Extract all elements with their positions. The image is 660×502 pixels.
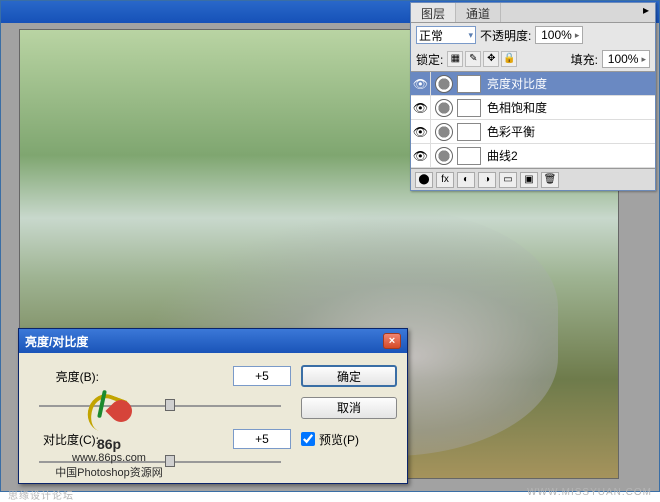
new-layer-icon[interactable]: ▣: [520, 172, 538, 188]
new-adjustment-icon[interactable]: ◑: [478, 172, 496, 188]
contrast-input[interactable]: +5: [233, 429, 291, 449]
watermark-url: www.86ps.com: [44, 452, 174, 464]
lock-all-icon[interactable]: 🔒: [501, 51, 517, 67]
layer-style-icon[interactable]: fx: [436, 172, 454, 188]
layer-name: 色相饱和度: [487, 99, 547, 116]
panel-menu-icon[interactable]: ▸: [637, 3, 655, 22]
layer-mask[interactable]: [457, 147, 481, 165]
layer-mask[interactable]: [457, 75, 481, 93]
blend-mode-select[interactable]: 正常 ▾: [416, 26, 476, 44]
lock-icons: ▦ ✎ ✥ 🔒: [447, 51, 517, 67]
logo-86ps: [80, 390, 138, 436]
visibility-icon[interactable]: 👁: [411, 96, 431, 120]
logo-text: 86p: [44, 436, 174, 452]
layers-footer: ⬤ fx ◐ ◑ ▭ ▣ 🗑: [411, 168, 655, 190]
layer-name: 亮度对比度: [487, 75, 547, 92]
blend-mode-value: 正常: [419, 27, 443, 44]
brightness-label: 亮度(B):: [29, 368, 99, 385]
layer-item[interactable]: 👁 色彩平衡: [411, 120, 655, 144]
dialog-titlebar[interactable]: 亮度/对比度 ×: [19, 329, 407, 353]
opacity-input[interactable]: 100%▸: [535, 26, 583, 44]
tab-channels[interactable]: 通道: [456, 3, 501, 22]
footer-right: WWW.MISSYUAN.COM: [527, 487, 652, 498]
opacity-label: 不透明度:: [480, 27, 531, 44]
visibility-icon[interactable]: 👁: [411, 144, 431, 168]
watermark-cn: 中国Photoshop资源网: [44, 464, 174, 480]
tab-layers[interactable]: 图层: [411, 3, 456, 22]
lock-label: 锁定:: [416, 51, 443, 68]
lock-pixels-icon[interactable]: ✎: [465, 51, 481, 67]
fill-label: 填充:: [571, 51, 598, 68]
cancel-button[interactable]: 取消: [301, 397, 397, 419]
adjustment-icon: [435, 147, 453, 165]
layer-name: 色彩平衡: [487, 123, 535, 140]
visibility-icon[interactable]: 👁: [411, 120, 431, 144]
brightness-input[interactable]: +5: [233, 366, 291, 386]
lock-transparent-icon[interactable]: ▦: [447, 51, 463, 67]
delete-layer-icon[interactable]: 🗑: [541, 172, 559, 188]
dialog-title: 亮度/对比度: [25, 333, 88, 350]
page-footer: 思缘设计论坛 WWW.MISSYUAN.COM: [0, 487, 660, 498]
layer-list: 👁 亮度对比度 👁 色相饱和度 👁 色彩平衡 👁 曲线2: [411, 71, 655, 168]
chevron-right-icon: ▸: [641, 54, 646, 65]
adjustment-icon: [435, 123, 453, 141]
panel-tabs: 图层 通道 ▸: [411, 3, 655, 23]
layer-item[interactable]: 👁 曲线2: [411, 144, 655, 168]
new-group-icon[interactable]: ▭: [499, 172, 517, 188]
layer-name: 曲线2: [487, 147, 518, 164]
preview-checkbox[interactable]: 预览(P): [301, 431, 397, 448]
layer-mask[interactable]: [457, 99, 481, 117]
footer-left: 思缘设计论坛: [8, 487, 74, 498]
visibility-icon[interactable]: 👁: [411, 72, 431, 96]
logo-badge: [105, 395, 136, 426]
layers-panel: 图层 通道 ▸ 正常 ▾ 不透明度: 100%▸ 锁定: ▦ ✎ ✥ 🔒 填充:…: [410, 2, 656, 191]
layer-item[interactable]: 👁 亮度对比度: [411, 72, 655, 96]
layer-item[interactable]: 👁 色相饱和度: [411, 96, 655, 120]
chevron-right-icon: ▸: [575, 30, 580, 41]
fill-input[interactable]: 100%▸: [602, 50, 650, 68]
layer-mask[interactable]: [457, 123, 481, 141]
watermark: 86p www.86ps.com 中国Photoshop资源网: [44, 390, 174, 480]
preview-checkbox-input[interactable]: [301, 432, 315, 446]
dialog-close-button[interactable]: ×: [383, 333, 401, 349]
link-layers-icon[interactable]: ⬤: [415, 172, 433, 188]
chevron-down-icon: ▾: [468, 30, 473, 41]
adjustment-icon: [435, 75, 453, 93]
ok-button[interactable]: 确定: [301, 365, 397, 387]
lock-position-icon[interactable]: ✥: [483, 51, 499, 67]
add-mask-icon[interactable]: ◐: [457, 172, 475, 188]
adjustment-icon: [435, 99, 453, 117]
